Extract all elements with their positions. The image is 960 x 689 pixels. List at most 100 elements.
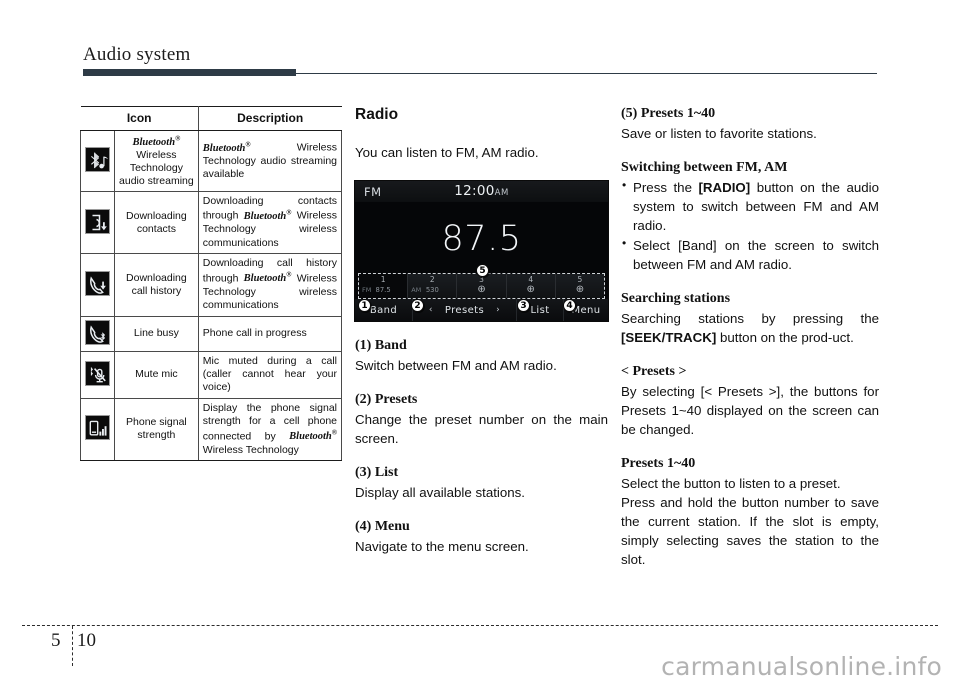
- icon-description-cell: Bluetooth® Wireless Technology audio str…: [197, 130, 343, 192]
- table-row: Bluetooth® Wireless Technology audio str…: [80, 130, 343, 192]
- icon-description-cell: Downloading contacts through Bluetooth® …: [197, 191, 343, 255]
- icon-cell: [80, 191, 115, 255]
- icon-cell: [80, 130, 115, 192]
- radio-preset-3-empty-icon: ⊕: [477, 284, 486, 295]
- radio-preset-row: 1 FM 87.5 2 AM 530 3 ⊕ 4 ⊕ 5 ⊕: [358, 273, 605, 299]
- subheading-presets40: Presets 1~40: [621, 456, 696, 471]
- seek-track-keyword: [SEEK/TRACK]: [621, 330, 717, 345]
- table-row: Mute mic Mic muted during a call (caller…: [80, 351, 343, 399]
- downloading-call-history-icon: [85, 270, 110, 296]
- callout-1: 1: [358, 299, 371, 312]
- table-row: Line busy Phone call in progress: [80, 316, 343, 352]
- radio-preset-5-empty-icon: ⊕: [575, 284, 585, 295]
- presets40-body-1: Select the button to listen to a preset.: [621, 476, 841, 491]
- bluetooth-audio-streaming-icon: [85, 147, 110, 172]
- mute-mic-icon: [85, 360, 110, 386]
- bluetooth-wordmark: Bluetooth®: [243, 208, 292, 222]
- subheading-searching-stations: Searching stations: [621, 291, 731, 306]
- list-description: Display all available stations.: [355, 485, 525, 500]
- icon-name-cell: Bluetooth® Wireless Technology audio str…: [114, 130, 199, 192]
- icon-name-cell: Line busy: [114, 316, 199, 352]
- bluetooth-wordmark: Bluetooth®: [132, 134, 181, 148]
- subheading-list: (3) List: [355, 465, 399, 480]
- callout-3: 3: [517, 299, 530, 312]
- table-row: Downloading contacts Downloading contact…: [80, 191, 343, 255]
- radio-screen-figure: FM 12:00AM 87.5 1 FM 87.5 2 AM 530 3 ⊕ 4…: [355, 181, 608, 321]
- bluetooth-wordmark: Bluetooth®: [289, 428, 337, 443]
- column-header-icon: Icon: [80, 106, 199, 131]
- downloading-contacts-icon: [85, 208, 110, 234]
- presets-bracket-body: By selecting [< Presets >], the buttons …: [621, 384, 879, 437]
- footer-chapter-number: 5: [51, 630, 61, 651]
- subheading-menu: (4) Menu: [355, 519, 410, 534]
- column-header-description: Description: [197, 106, 342, 131]
- list-item: Press the [RADIO] button on the audio sy…: [621, 177, 879, 235]
- table-header-row: Icon Description: [80, 106, 342, 131]
- callout-4: 4: [563, 299, 576, 312]
- radio-preset-5-number: 5: [577, 275, 583, 284]
- page-title: Audio system: [83, 44, 191, 65]
- radio-preset-4[interactable]: 4 ⊕: [506, 274, 556, 298]
- presets-1-40-intro: Save or listen to favorite stations.: [621, 126, 817, 141]
- radio-frequency-display: 87.5: [441, 219, 522, 259]
- radio-clock-time: 12:00: [454, 183, 495, 199]
- icon-name-cell: Mute mic: [114, 351, 199, 399]
- callout-5: 5: [476, 264, 489, 277]
- bullet-text-pre: Press the: [633, 180, 699, 195]
- icon-description-text-2: Wireless Technology: [202, 443, 299, 456]
- radio-preset-4-number: 4: [528, 275, 534, 284]
- table-row: Phone signal strength Display the phone …: [80, 398, 343, 462]
- icon-name-text: Wireless Technology audio streaming: [119, 148, 194, 187]
- right-column: (5) Presets 1~40 Save or listen to favor…: [621, 106, 879, 569]
- icon-cell: [80, 316, 115, 352]
- site-watermark: carmanualsonline.info: [661, 652, 942, 681]
- subheading-switching-fm-am: Switching between FM, AM: [621, 160, 788, 175]
- radio-preset-4-empty-icon: ⊕: [526, 284, 535, 295]
- radio-button-keyword: [RADIO]: [698, 180, 751, 195]
- subheading-presets-bracket: < Presets >: [621, 364, 687, 379]
- subheading-band: (1) Band: [355, 338, 407, 353]
- table-row: Downloading call history Downloading cal…: [80, 253, 343, 317]
- title-rule-thin: [296, 72, 877, 75]
- band-description: Switch between FM and AM radio.: [355, 358, 557, 373]
- subheading-presets-1-40: (5) Presets 1~40: [621, 106, 716, 121]
- icon-description-cell: Phone call in progress: [197, 316, 343, 352]
- icon-description-cell: Downloading call history through Bluetoo…: [197, 253, 343, 317]
- manual-page: Audio system Icon Description Bluetooth®…: [0, 0, 960, 689]
- callout-2: 2: [411, 299, 424, 312]
- icon-description-cell: Mic muted during a call (caller cannot h…: [197, 351, 343, 399]
- chevron-right-icon[interactable]: ›: [496, 305, 500, 315]
- footer-divider-line: [22, 625, 938, 626]
- title-rule-thick: [83, 69, 296, 76]
- phone-signal-strength-icon: [85, 415, 110, 441]
- icon-name-cell: Downloading call history: [114, 253, 199, 317]
- radio-preset-2[interactable]: 2 AM 530: [408, 274, 458, 298]
- left-column: Icon Description Bluetooth® Wireless Tec…: [80, 106, 343, 462]
- radio-preset-5[interactable]: 5 ⊕: [555, 274, 605, 298]
- presets40-body-2: Press and hold the button number to save…: [621, 495, 879, 567]
- radio-preset-2-number: 2: [429, 275, 435, 284]
- searching-text-pre: Searching stations by pressing the: [621, 311, 879, 326]
- list-item: Select [Band] on the screen to switch be…: [621, 235, 879, 274]
- radio-intro-text: You can listen to FM, AM radio.: [355, 145, 539, 160]
- icon-name-cell: Phone signal strength: [114, 398, 199, 462]
- radio-preset-2-freq: 530: [425, 286, 439, 294]
- bluetooth-wordmark: Bluetooth®: [202, 140, 251, 154]
- middle-column: Radio You can listen to FM, AM radio. FM…: [355, 106, 608, 556]
- radio-preset-3[interactable]: 3 ⊕: [457, 274, 507, 298]
- searching-text-post: button on the prod-uct.: [716, 330, 854, 345]
- radio-preset-1[interactable]: 1 FM 87.5: [359, 274, 409, 298]
- icon-cell: [80, 351, 115, 399]
- presets-description: Change the preset number on the main scr…: [355, 412, 608, 446]
- radio-presets-button[interactable]: ‹ Presets ›: [413, 299, 517, 321]
- bluetooth-wordmark: Bluetooth®: [243, 270, 292, 285]
- line-busy-icon: [85, 319, 110, 345]
- footer-page-number: 10: [77, 630, 96, 651]
- chevron-left-icon[interactable]: ‹: [429, 305, 433, 315]
- switching-bullet-list: Press the [RADIO] button on the audio sy…: [621, 177, 879, 274]
- icon-cell: [80, 398, 115, 462]
- subheading-presets: (2) Presets: [355, 392, 418, 407]
- menu-description: Navigate to the menu screen.: [355, 539, 529, 554]
- icon-legend-table: Icon Description Bluetooth® Wireless Tec…: [80, 106, 343, 462]
- radio-clock-ampm: AM: [494, 188, 509, 198]
